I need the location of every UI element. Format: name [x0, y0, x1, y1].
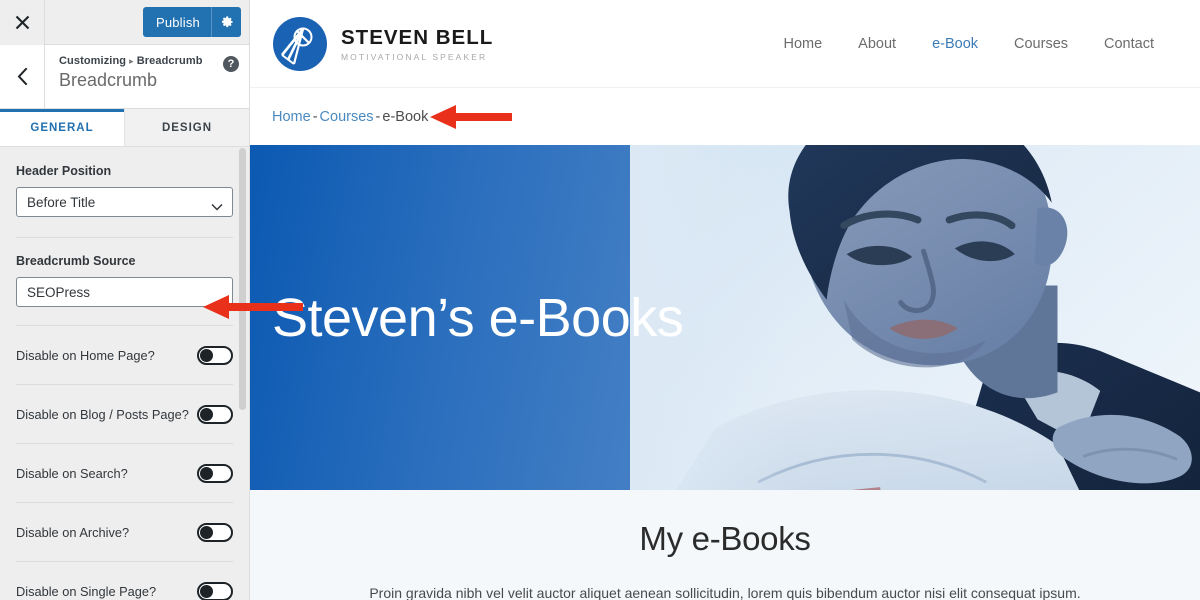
toggle-row-archive: Disable on Archive?: [0, 503, 249, 561]
content-section: My e-Books Proin gravida nibh vel velit …: [250, 490, 1200, 600]
brand-text: STEVEN BELL MOTIVATIONAL SPEAKER: [341, 26, 493, 62]
toggle-disable-on-blog-posts-page[interactable]: [197, 404, 233, 424]
publish-button-label: Publish: [155, 14, 200, 30]
toggle-knob: [200, 348, 213, 362]
toggle-knob: [200, 525, 213, 539]
toggle-label-search: Disable on Search?: [16, 465, 128, 481]
toggle-row-single-page: Disable on Single Page?: [0, 562, 249, 600]
breadcrumb-source-input[interactable]: SEOPress: [16, 277, 233, 307]
site-breadcrumb-separator: -: [312, 108, 318, 125]
site-breadcrumb-item-courses[interactable]: Courses: [320, 109, 374, 125]
nav-item-courses[interactable]: Courses: [1014, 36, 1068, 52]
breadcrumb-separator-icon: ▸: [129, 56, 134, 66]
site-header: STEVEN BELL MOTIVATIONAL SPEAKER Home Ab…: [250, 0, 1200, 88]
header-position-select[interactable]: Before Title: [16, 187, 233, 217]
toggle-label-archive: Disable on Archive?: [16, 524, 130, 540]
site-preview: STEVEN BELL MOTIVATIONAL SPEAKER Home Ab…: [250, 0, 1200, 600]
toggle-label-single-page: Disable on Single Page?: [16, 583, 157, 599]
control-header-position: Header Position Before Title: [0, 148, 249, 217]
customizer-controls: Header Position Before Title Breadcrumb …: [0, 148, 249, 600]
toggle-disable-on-home-page[interactable]: [197, 345, 233, 365]
chevron-left-icon[interactable]: [0, 45, 45, 108]
breadcrumb-source-label: Breadcrumb Source: [16, 254, 136, 268]
customizer-screen: Publish Customizing ▸ Breadcrumb Breadcr…: [0, 0, 1200, 600]
site-logo[interactable]: STEVEN BELL MOTIVATIONAL SPEAKER: [272, 16, 493, 72]
close-icon[interactable]: [0, 0, 45, 45]
hero-section: Steven’s e-Books: [250, 145, 1200, 490]
page-title: Breadcrumb: [59, 70, 158, 90]
header-position-value: Before Title: [27, 194, 96, 210]
toggle-knob: [200, 466, 213, 480]
customizer-tabs: GENERAL DESIGN: [0, 109, 249, 147]
site-nav: Home About e-Book Courses Contact: [783, 36, 1154, 52]
chevron-down-icon: [211, 199, 223, 214]
toggle-label-home-page: Disable on Home Page?: [16, 347, 155, 363]
brand-name: STEVEN BELL: [341, 25, 494, 49]
breadcrumb-current: Breadcrumb: [136, 55, 203, 67]
nav-item-about[interactable]: About: [858, 36, 896, 52]
help-icon[interactable]: ?: [223, 56, 239, 72]
content-heading: My e-Books: [639, 520, 811, 557]
man-reading-newspaper-photo: [630, 145, 1200, 490]
nav-item-ebook[interactable]: e-Book: [932, 36, 978, 52]
customizer-topbar: Publish: [0, 0, 249, 45]
toggle-disable-on-single-page[interactable]: [197, 581, 233, 600]
toggle-label-blog-posts-page: Disable on Blog / Posts Page?: [16, 406, 189, 422]
toggle-knob: [200, 407, 213, 421]
nav-item-home[interactable]: Home: [783, 36, 822, 52]
sidebar-scrollbar-thumb[interactable]: [239, 148, 246, 410]
publish-button[interactable]: Publish: [142, 7, 241, 37]
customizer-panel-header: Customizing ▸ Breadcrumb Breadcrumb ?: [0, 45, 249, 109]
gear-icon[interactable]: [211, 7, 241, 37]
site-breadcrumb: Home - Courses - e-Book: [272, 109, 428, 125]
panel-header-text: Customizing ▸ Breadcrumb Breadcrumb ?: [45, 45, 249, 108]
nav-item-contact[interactable]: Contact: [1104, 36, 1154, 52]
control-breadcrumb-source: Breadcrumb Source SEOPress: [0, 238, 249, 307]
steven-bell-logo-icon: [272, 16, 328, 72]
toggle-knob: [200, 584, 213, 598]
site-breadcrumb-item-home[interactable]: Home: [272, 109, 311, 125]
breadcrumb: Customizing ▸ Breadcrumb: [59, 55, 237, 67]
site-breadcrumb-item-ebook: e-Book: [382, 108, 429, 125]
toggle-disable-on-search[interactable]: [197, 463, 233, 483]
breadcrumb-prefix[interactable]: Customizing: [59, 55, 126, 67]
sidebar-scrollbar[interactable]: [239, 148, 246, 600]
breadcrumb-source-value: SEOPress: [27, 284, 91, 300]
tab-design[interactable]: DESIGN: [125, 109, 249, 146]
content-paragraph: Proin gravida nibh vel velit auctor aliq…: [369, 585, 1081, 600]
header-position-label: Header Position: [16, 164, 112, 178]
customizer-sidebar: Publish Customizing ▸ Breadcrumb Breadcr…: [0, 0, 250, 600]
tab-general[interactable]: GENERAL: [0, 109, 125, 146]
toggle-row-search: Disable on Search?: [0, 444, 249, 502]
toggle-row-blog-posts-page: Disable on Blog / Posts Page?: [0, 385, 249, 443]
site-breadcrumb-bar: Home - Courses - e-Book: [250, 88, 1200, 145]
toggle-row-home-page: Disable on Home Page?: [0, 326, 249, 384]
brand-tagline: MOTIVATIONAL SPEAKER: [341, 51, 488, 62]
toggle-disable-on-archive[interactable]: [197, 522, 233, 542]
hero-title: Steven’s e-Books: [272, 287, 684, 348]
